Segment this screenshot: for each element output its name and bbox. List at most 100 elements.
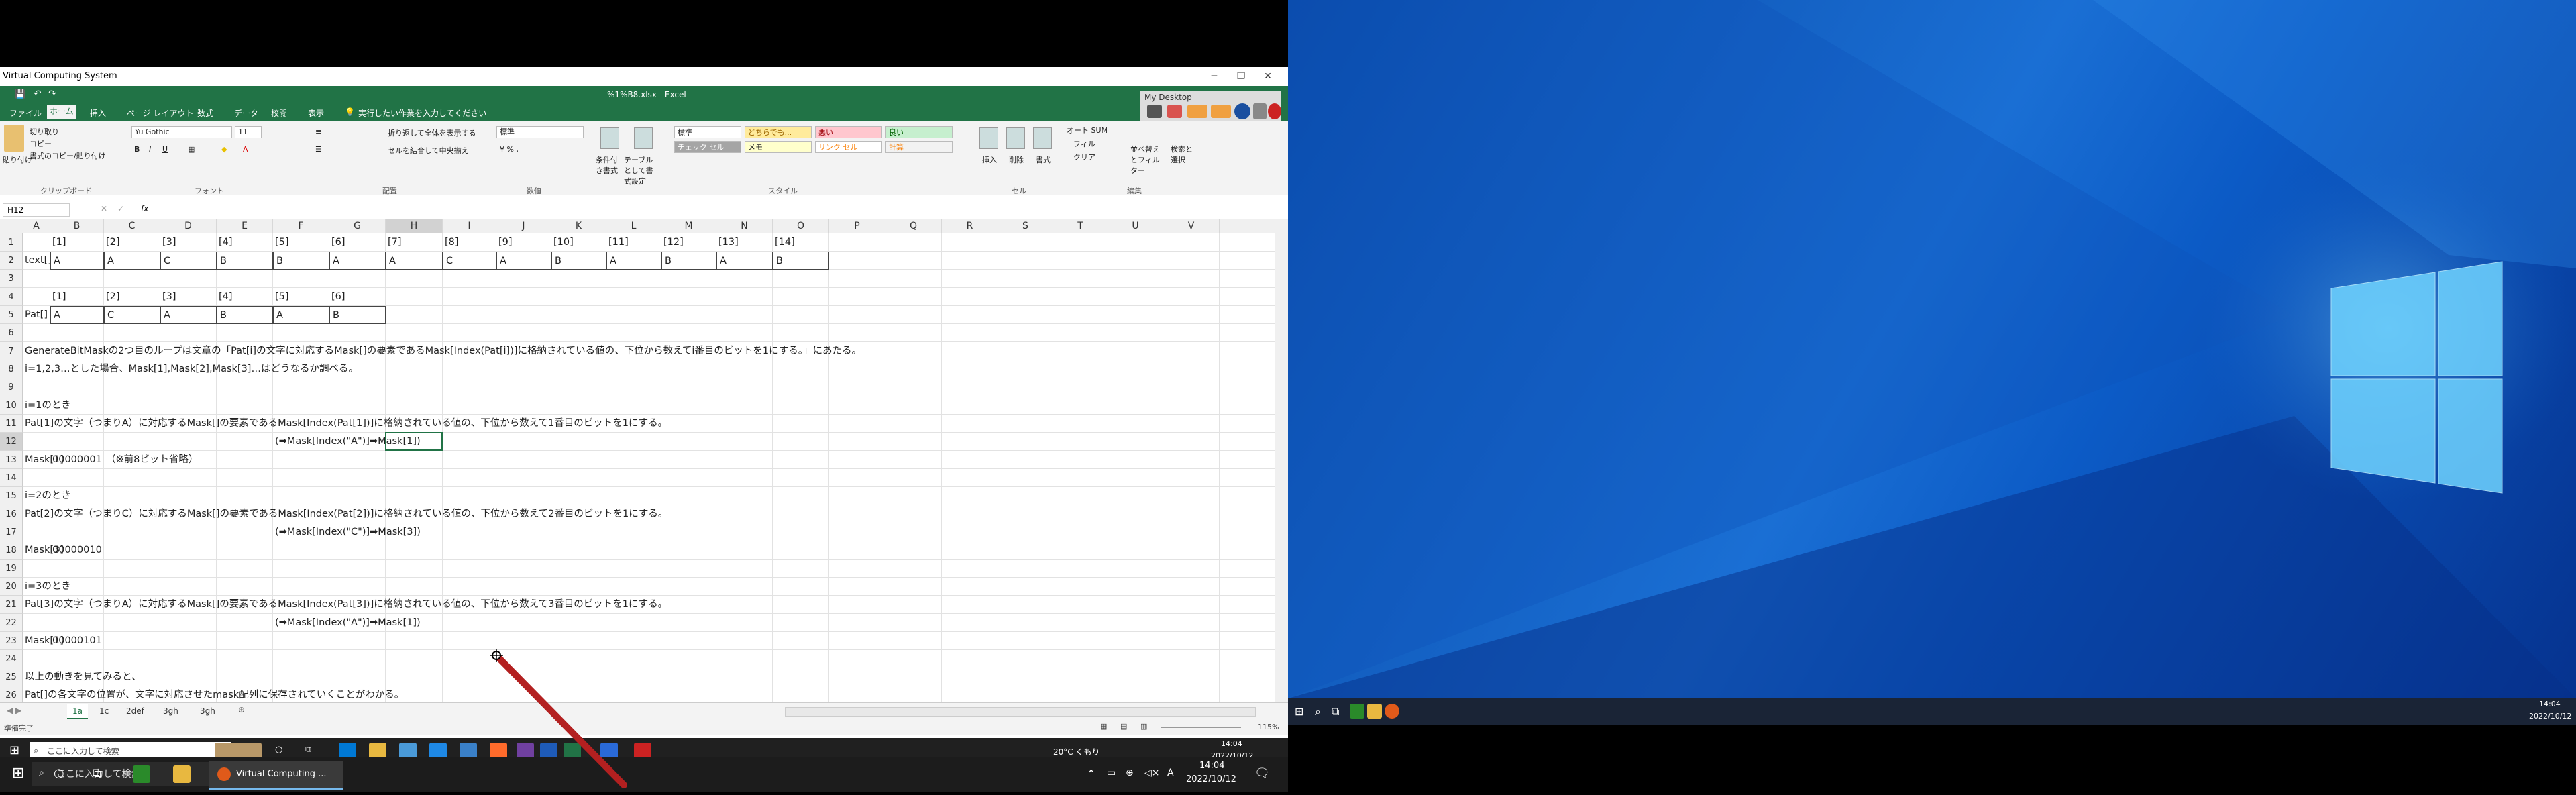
column-header-g[interactable]: G xyxy=(329,219,386,233)
tab-formulas[interactable]: 数式 xyxy=(195,107,216,119)
cortana-icon[interactable]: ○ xyxy=(54,766,64,780)
function-icon[interactable]: fx xyxy=(141,204,148,213)
column-header-b[interactable]: B xyxy=(50,219,104,233)
row-header-9[interactable]: 9 xyxy=(0,378,23,396)
style-bad[interactable]: 悪い xyxy=(815,126,882,138)
vertical-scrollbar[interactable] xyxy=(1275,219,1288,702)
insert-cells-icon[interactable] xyxy=(979,127,998,149)
style-linked-cell[interactable]: リンク セル xyxy=(815,141,882,153)
explorer-icon[interactable] xyxy=(173,765,191,783)
cell-row1[interactable]: [11] xyxy=(608,233,629,252)
view-page-break-icon[interactable]: ▥ xyxy=(1140,722,1147,731)
cell-a26[interactable]: Pat[]の各文字の位置が、文字に対応させたmask配列に保存されていくことがわ… xyxy=(25,686,404,702)
paste-button[interactable]: 貼り付け xyxy=(3,154,32,165)
column-header-e[interactable]: E xyxy=(217,219,273,233)
cell-row1[interactable]: [12] xyxy=(663,233,684,252)
select-all-corner[interactable] xyxy=(0,219,23,233)
cell-f17[interactable]: (➡Mask[Index("C")]➡Mask[3]) xyxy=(275,523,421,541)
cell-text-label[interactable]: text[] xyxy=(25,252,52,270)
cell-row1[interactable]: [3] xyxy=(162,233,176,252)
row-header-7[interactable]: 7 xyxy=(0,342,23,360)
style-good[interactable]: 良い xyxy=(885,126,953,138)
autosum-button[interactable]: オート SUM xyxy=(1067,125,1108,136)
column-header-p[interactable]: P xyxy=(829,219,885,233)
cell-text-value[interactable]: B xyxy=(217,252,273,270)
spreadsheet-grid[interactable]: ABCDEFGHIJKLMNOPQRSTUV 1 2 3 4 5 6 7 8 9 10 11 12 13… xyxy=(0,219,1288,702)
cell-b23[interactable]: 00000101 xyxy=(52,632,102,650)
row-header-18[interactable]: 18 xyxy=(0,541,23,560)
desktop-search-icon[interactable]: ⌕ xyxy=(1315,705,1321,719)
column-header-j[interactable]: J xyxy=(496,219,551,233)
find-select-button[interactable]: 検索と選択 xyxy=(1171,144,1197,165)
active-cell-selection[interactable] xyxy=(385,432,443,451)
lock-icon[interactable] xyxy=(1253,103,1267,119)
row-header-21[interactable]: 21 xyxy=(0,596,23,614)
column-header-i[interactable]: I xyxy=(443,219,496,233)
merge-center-button[interactable]: セルを結合して中央揃え xyxy=(388,145,469,156)
cell-text-value[interactable]: A xyxy=(716,252,773,270)
cell-pat-value[interactable]: A xyxy=(273,306,329,324)
cell-row1[interactable]: [2] xyxy=(106,233,120,252)
row-header-4[interactable]: 4 xyxy=(0,288,23,306)
column-header-s[interactable]: S xyxy=(998,219,1053,233)
undo-icon[interactable]: ↶ xyxy=(34,89,42,99)
taskview-icon[interactable]: ⧉ xyxy=(93,766,101,780)
underline-button[interactable]: U xyxy=(162,145,168,154)
cell-a20[interactable]: i=3のとき xyxy=(25,578,71,596)
cell-a21[interactable]: Pat[3]の文字（つまりA）に対応するMask[]の要素であるMask[Ind… xyxy=(25,596,667,614)
notification-icon[interactable]: 🗨 xyxy=(1254,766,1270,780)
cell-row4[interactable]: [3] xyxy=(162,288,176,306)
column-header-v[interactable]: V xyxy=(1163,219,1220,233)
screen-icon[interactable] xyxy=(1187,105,1208,118)
column-header-c[interactable]: C xyxy=(104,219,160,233)
cell-pat-value[interactable]: A xyxy=(160,306,217,324)
tab-file[interactable]: ファイル xyxy=(7,107,44,119)
cell-c13[interactable]: （※前8ビット省略） xyxy=(106,451,198,469)
delete-button[interactable]: 削除 xyxy=(1009,154,1024,165)
cut-button[interactable]: 切り取り xyxy=(30,126,59,137)
cell-a10[interactable]: i=1のとき xyxy=(25,396,71,415)
row-header-2[interactable]: 2 xyxy=(0,252,23,270)
delete-cells-icon[interactable] xyxy=(1006,127,1025,149)
column-header-l[interactable]: L xyxy=(606,219,661,233)
column-header-h[interactable]: H xyxy=(386,219,443,233)
save-icon[interactable]: 💾 xyxy=(15,89,25,99)
cell-text-value[interactable]: A xyxy=(50,252,104,270)
cell-a8[interactable]: i=1,2,3…とした場合、Mask[1],Mask[2],Mask[3]…はど… xyxy=(25,360,358,378)
view-normal-icon[interactable]: ▦ xyxy=(1100,722,1107,731)
cell-row4[interactable]: [5] xyxy=(275,288,289,306)
inner-cortana-icon[interactable]: ○ xyxy=(275,745,282,755)
power-icon[interactable] xyxy=(1268,103,1281,119)
tab-page-layout[interactable]: ページ レイアウト xyxy=(124,107,197,119)
green-cross-app-icon[interactable] xyxy=(133,765,150,783)
tray-network-icon[interactable]: ▭ xyxy=(1107,767,1116,778)
tray-globe-icon[interactable]: ⊕ xyxy=(1126,767,1134,778)
clear-button[interactable]: クリア xyxy=(1073,152,1095,162)
column-header-k[interactable]: K xyxy=(551,219,606,233)
cell-row1[interactable]: [10] xyxy=(553,233,574,252)
sheet-prev-icon[interactable]: ◀ ▶ xyxy=(7,706,21,715)
sheet-tab-2def[interactable]: 2def xyxy=(121,704,150,718)
cell-row1[interactable]: [14] xyxy=(775,233,795,252)
sheet-tab-3i[interactable]: 3gh xyxy=(195,704,221,718)
cell-text-value[interactable]: A xyxy=(329,252,386,270)
cancel-icon[interactable]: ✕ xyxy=(101,204,107,213)
desktop-green-cross-icon[interactable] xyxy=(1350,704,1364,719)
formula-input[interactable] xyxy=(168,203,1282,217)
row-header-1[interactable]: 1 xyxy=(0,233,23,252)
horizontal-scrollbar[interactable] xyxy=(785,707,1256,717)
maximize-icon[interactable]: ❐ xyxy=(1228,68,1254,85)
row-header-6[interactable]: 6 xyxy=(0,324,23,342)
info-icon[interactable] xyxy=(1234,103,1250,119)
italic-button[interactable]: I xyxy=(149,145,151,154)
row-header-26[interactable]: 26 xyxy=(0,686,23,702)
column-header-q[interactable]: Q xyxy=(885,219,942,233)
cell-text-value[interactable]: C xyxy=(160,252,217,270)
fill-button[interactable]: フィル xyxy=(1073,138,1095,149)
pointer-icon[interactable] xyxy=(1167,105,1182,118)
cell-row1[interactable]: [1] xyxy=(52,233,66,252)
cell-b13[interactable]: 00000001 xyxy=(52,451,102,469)
row-header-10[interactable]: 10 xyxy=(0,396,23,415)
cell-pat-label[interactable]: Pat[] xyxy=(25,306,48,324)
copy-button[interactable]: コピー xyxy=(30,138,52,149)
